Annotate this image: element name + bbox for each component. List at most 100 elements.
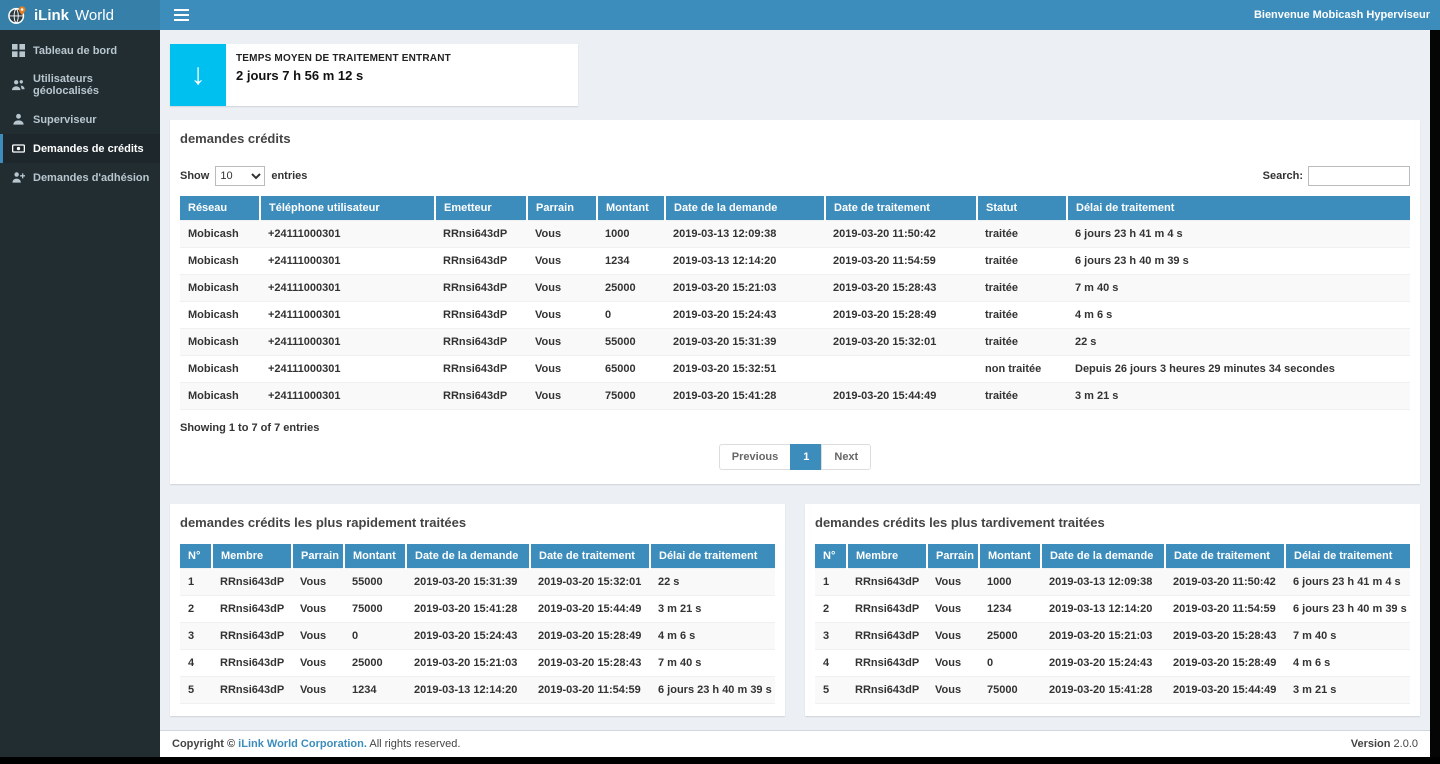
- table-cell: 25000: [979, 623, 1041, 650]
- table-cell: Vous: [927, 569, 979, 596]
- dashboard-icon: [12, 44, 25, 57]
- table-cell: RRnsi643dP: [212, 596, 292, 623]
- table-cell: 2019-03-20 15:44:49: [530, 596, 650, 623]
- sidebar-toggle-button[interactable]: [160, 0, 203, 30]
- table-cell: Vous: [927, 623, 979, 650]
- page-length-control: Show 10 entries: [180, 166, 307, 186]
- table-row: Mobicash+24111000301RRnsi643dPVous750002…: [180, 383, 1410, 410]
- table-cell: 2019-03-20 15:28:43: [1165, 623, 1285, 650]
- table-cell: 1234: [344, 677, 406, 704]
- credit-requests-table: RéseauTéléphone utilisateurEmetteurParra…: [180, 196, 1410, 410]
- table-row: 2RRnsi643dPVous750002019-03-20 15:41:282…: [180, 596, 775, 623]
- column-header[interactable]: Délai de traitement: [1067, 196, 1410, 221]
- table-cell: Vous: [292, 650, 344, 677]
- main-content: ↓ TEMPS MOYEN DE TRAITEMENT ENTRANT 2 jo…: [160, 30, 1430, 757]
- table-cell: Vous: [292, 677, 344, 704]
- table-cell: 1000: [979, 569, 1041, 596]
- version-text: Version 2.0.0: [1351, 738, 1418, 750]
- sidebar-item-credit-requests[interactable]: Demandes de crédits: [0, 134, 160, 163]
- table-cell: 2019-03-13 12:09:38: [1041, 569, 1165, 596]
- column-header[interactable]: Date de traitement: [825, 196, 977, 221]
- table-row: 2RRnsi643dPVous12342019-03-13 12:14:2020…: [815, 596, 1410, 623]
- sidebar-item-supervisor[interactable]: Superviseur: [0, 105, 160, 134]
- table-cell: 2019-03-13 12:14:20: [1041, 596, 1165, 623]
- infobox-value: 2 jours 7 h 56 m 12 s: [236, 68, 451, 83]
- credit-requests-icon: [12, 142, 25, 155]
- table-cell: RRnsi643dP: [435, 356, 527, 383]
- table-row: 1RRnsi643dPVous550002019-03-20 15:31:392…: [180, 569, 775, 596]
- table-cell: 2019-03-20 15:28:43: [825, 275, 977, 302]
- sidebar: Tableau de bord Utilisateurs géolocalisé…: [0, 30, 160, 757]
- sidebar-item-dashboard[interactable]: Tableau de bord: [0, 36, 160, 65]
- panel-body: N°MembreParrainMontantDate de la demande…: [170, 540, 785, 716]
- table-cell: 3: [815, 623, 847, 650]
- table-cell: Vous: [527, 329, 597, 356]
- table-cell: Mobicash: [180, 302, 260, 329]
- page-footer: Copyright © iLink World Corporation. All…: [160, 730, 1430, 757]
- pagination: Previous 1 Next: [180, 444, 1410, 470]
- table-cell: 4: [180, 650, 212, 677]
- table-cell: +24111000301: [260, 221, 435, 248]
- table-row: Mobicash+24111000301RRnsi643dPVous650002…: [180, 356, 1410, 383]
- table-cell: 2019-03-20 15:21:03: [406, 650, 530, 677]
- table-cell: 22 s: [1067, 329, 1410, 356]
- table-cell: 2019-03-20 15:41:28: [665, 383, 825, 410]
- table-cell: RRnsi643dP: [435, 329, 527, 356]
- company-link[interactable]: iLink World Corporation.: [238, 738, 367, 750]
- pagination-next-button[interactable]: Next: [821, 444, 871, 470]
- column-header: Membre: [847, 544, 927, 569]
- sidebar-item-geolocated-users[interactable]: Utilisateurs géolocalisés: [0, 65, 160, 105]
- panel-header: demandes crédits: [170, 120, 1420, 156]
- table-cell: Mobicash: [180, 356, 260, 383]
- column-header: Membre: [212, 544, 292, 569]
- table-cell: RRnsi643dP: [212, 677, 292, 704]
- table-cell: traitée: [977, 329, 1067, 356]
- table-cell: 2019-03-20 15:21:03: [665, 275, 825, 302]
- column-header[interactable]: Date de la demande: [665, 196, 825, 221]
- table-cell: +24111000301: [260, 275, 435, 302]
- brand-name-bold: iLink: [34, 7, 69, 24]
- table-cell: Vous: [527, 356, 597, 383]
- table-cell: 0: [979, 650, 1041, 677]
- search-label: Search:: [1263, 170, 1303, 182]
- pagination-previous-button[interactable]: Previous: [719, 444, 791, 470]
- table-cell: Vous: [527, 248, 597, 275]
- table-cell: Vous: [927, 596, 979, 623]
- table-cell: +24111000301: [260, 248, 435, 275]
- column-header: Date de traitement: [530, 544, 650, 569]
- table-cell: 0: [597, 302, 665, 329]
- copyright-label: Copyright ©: [172, 738, 235, 750]
- column-header[interactable]: Montant: [597, 196, 665, 221]
- infobox-content: TEMPS MOYEN DE TRAITEMENT ENTRANT 2 jour…: [226, 44, 461, 106]
- fastest-processed-panel: demandes crédits les plus rapidement tra…: [170, 504, 785, 716]
- table-cell: 4: [815, 650, 847, 677]
- column-header[interactable]: Statut: [977, 196, 1067, 221]
- table-cell: Vous: [927, 650, 979, 677]
- sidebar-item-membership-requests[interactable]: Demandes d'adhésion: [0, 163, 160, 192]
- pagination-page-1-button[interactable]: 1: [790, 444, 822, 470]
- table-cell: Vous: [527, 302, 597, 329]
- table-row: 5RRnsi643dPVous750002019-03-20 15:41:282…: [815, 677, 1410, 704]
- header-row: N°MembreParrainMontantDate de la demande…: [815, 544, 1410, 569]
- table-cell: Mobicash: [180, 383, 260, 410]
- column-header[interactable]: Emetteur: [435, 196, 527, 221]
- column-header[interactable]: Parrain: [527, 196, 597, 221]
- page-size-select[interactable]: 10: [215, 166, 265, 186]
- table-cell: +24111000301: [260, 383, 435, 410]
- panel-body: Show 10 entries Search:: [170, 156, 1420, 484]
- table-cell: 2019-03-20 11:54:59: [825, 248, 977, 275]
- table-row: 3RRnsi643dPVous02019-03-20 15:24:432019-…: [180, 623, 775, 650]
- search-input[interactable]: [1308, 166, 1410, 186]
- table-cell: 2019-03-20 15:32:01: [530, 569, 650, 596]
- column-header[interactable]: Téléphone utilisateur: [260, 196, 435, 221]
- table-cell: RRnsi643dP: [212, 650, 292, 677]
- brand-logo[interactable]: iLinkWorld: [0, 0, 160, 30]
- table-cell: 2: [815, 596, 847, 623]
- column-header[interactable]: Réseau: [180, 196, 260, 221]
- table-cell: 75000: [344, 596, 406, 623]
- table-cell: RRnsi643dP: [435, 275, 527, 302]
- column-header: Date de la demande: [1041, 544, 1165, 569]
- table-cell: 2019-03-20 15:28:49: [825, 302, 977, 329]
- table-cell: RRnsi643dP: [435, 383, 527, 410]
- table-row: 1RRnsi643dPVous10002019-03-13 12:09:3820…: [815, 569, 1410, 596]
